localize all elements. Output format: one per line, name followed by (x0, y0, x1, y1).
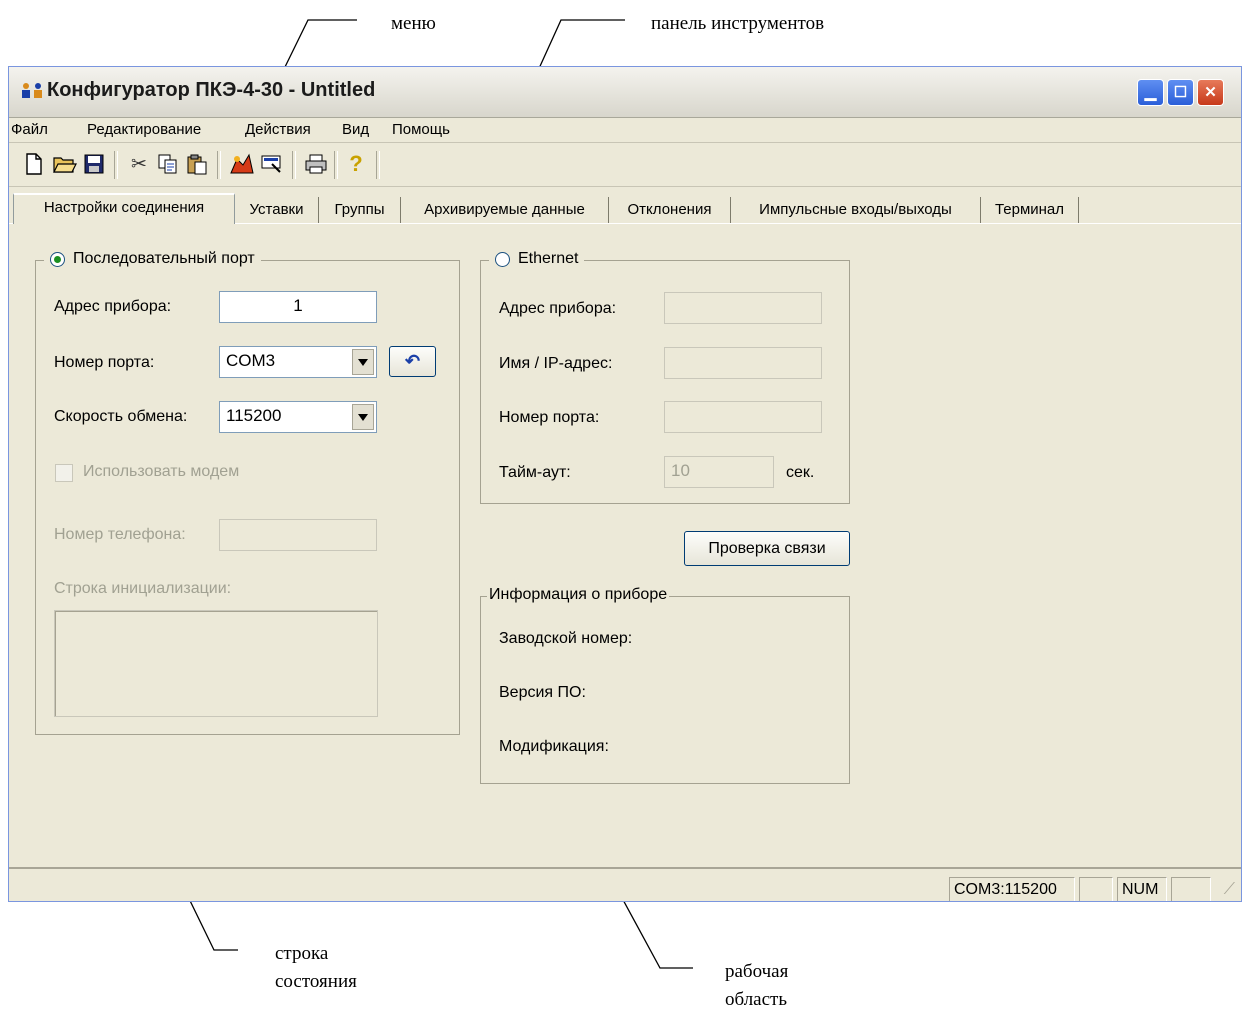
use-modem-label: Использовать модем (83, 463, 240, 480)
close-icon: ✕ (1204, 84, 1217, 101)
annotation-statusbar: строка состояния (275, 943, 357, 992)
help-icon[interactable]: ? (343, 151, 369, 177)
menu-actions[interactable]: Действия (245, 121, 311, 138)
close-button[interactable]: ✕ (1197, 79, 1224, 106)
undo-arrow-icon: ↶ (404, 351, 421, 371)
status-empty-panel (1079, 877, 1113, 901)
tab-connection-settings[interactable]: Настройки соединения (13, 193, 235, 224)
baud-rate-dropdown-button[interactable] (352, 404, 374, 430)
status-message-panel (9, 877, 944, 901)
minimize-button[interactable]: ▁ (1137, 79, 1164, 106)
init-string-textarea[interactable] (54, 610, 378, 717)
timeout-label: Тайм-аут: (499, 464, 571, 481)
annotation-toolbar: панель инструментов (651, 13, 825, 34)
serial-address-label: Адрес прибора: (54, 298, 172, 315)
tab-setpoints[interactable]: Уставки (235, 197, 319, 223)
toolbar-separator (114, 151, 118, 179)
baud-rate-select[interactable]: 115200 (219, 401, 377, 433)
serial-port-radio[interactable] (50, 251, 65, 267)
app-window: Конфигуратор ПКЭ-4-30 - Untitled ▁ ☐ ✕ Ф… (8, 66, 1242, 902)
eth-address-input[interactable] (664, 292, 822, 324)
menu-file[interactable]: Файл (11, 121, 48, 138)
title-bar[interactable]: Конфигуратор ПКЭ-4-30 - Untitled ▁ ☐ ✕ (9, 67, 1241, 118)
chevron-down-icon (358, 358, 368, 366)
toolbar-separator (334, 151, 338, 179)
use-modem-checkbox[interactable] (55, 464, 73, 482)
timeout-input[interactable]: 10 (664, 456, 774, 488)
phone-number-input[interactable] (219, 519, 377, 551)
app-logo-icon (19, 81, 47, 101)
menu-edit[interactable]: Редактирование (87, 121, 201, 138)
ethernet-label: Ethernet (518, 250, 579, 267)
eth-port-input[interactable] (664, 401, 822, 433)
open-folder-icon[interactable] (52, 151, 78, 177)
port-number-dropdown-button[interactable] (352, 349, 374, 375)
annotation-menu: меню (391, 13, 436, 34)
resize-grip-icon[interactable]: ⟋ (1224, 881, 1235, 899)
menu-bar: Файл Редактирование Действия Вид Помощь (9, 118, 1241, 143)
status-num-panel: NUM (1117, 877, 1167, 901)
ip-address-input[interactable] (664, 347, 822, 379)
write-device-icon[interactable] (259, 151, 285, 177)
serial-number-label: Заводской номер: (499, 630, 633, 647)
status-scroll-panel (1171, 877, 1211, 901)
serial-address-input[interactable]: 1 (219, 291, 377, 323)
port-number-value: COM3 (226, 351, 276, 370)
minimize-icon: ▁ (1144, 84, 1157, 101)
tab-archived-data[interactable]: Архивируемые данные (401, 197, 609, 223)
menu-help[interactable]: Помощь (392, 121, 450, 138)
refresh-ports-button[interactable]: ↶ (389, 346, 436, 377)
serial-port-group-title: Последовательный порт (44, 250, 261, 268)
window-title: Конфигуратор ПКЭ-4-30 - Untitled (47, 79, 376, 101)
save-disk-icon[interactable] (81, 151, 107, 177)
tab-deviations[interactable]: Отклонения (609, 197, 731, 223)
chevron-down-icon (358, 413, 368, 421)
init-string-label: Строка инициализации: (54, 580, 232, 597)
toolbar: ✂ ? (9, 143, 1241, 187)
port-number-select[interactable]: COM3 (219, 346, 377, 378)
status-bar: COM3:115200 NUM ⟋ (9, 867, 1241, 901)
modification-label: Модификация: (499, 738, 609, 755)
baud-rate-label: Скорость обмена: (54, 408, 188, 425)
device-info-title: Информация о приборе (487, 586, 670, 604)
port-number-label: Номер порта: (54, 354, 155, 371)
tab-strip: Настройки соединения Уставки Группы Архи… (9, 187, 1241, 224)
tab-pulse-io[interactable]: Импульсные входы/выходы (731, 197, 981, 223)
eth-address-label: Адрес прибора: (499, 300, 617, 317)
baud-rate-value: 115200 (226, 406, 282, 425)
toolbar-separator (217, 151, 221, 179)
maximize-icon: ☐ (1173, 84, 1188, 101)
ethernet-radio[interactable] (495, 251, 510, 267)
menu-view[interactable]: Вид (342, 121, 369, 138)
phone-number-label: Номер телефона: (54, 526, 186, 543)
tab-terminal[interactable]: Терминал (981, 197, 1079, 223)
annotation-workarea: рабочая область (725, 961, 789, 1010)
new-file-icon[interactable] (21, 151, 47, 177)
read-device-icon[interactable] (229, 151, 255, 177)
cut-scissors-icon[interactable]: ✂ (126, 151, 152, 177)
tab-groups[interactable]: Группы (319, 197, 401, 223)
maximize-button[interactable]: ☐ (1167, 79, 1194, 106)
toolbar-separator (292, 151, 296, 179)
check-connection-button[interactable]: Проверка связи (684, 531, 850, 566)
eth-port-label: Номер порта: (499, 409, 600, 426)
ethernet-group-title: Ethernet (489, 250, 585, 268)
print-icon[interactable] (303, 151, 329, 177)
serial-port-label: Последовательный порт (73, 250, 255, 267)
paste-icon[interactable] (184, 151, 210, 177)
status-connection-panel: COM3:115200 (949, 877, 1075, 901)
toolbar-separator (376, 151, 380, 179)
ip-address-label: Имя / IP-адрес: (499, 355, 613, 372)
copy-icon[interactable] (155, 151, 181, 177)
timeout-unit: сек. (786, 464, 815, 481)
firmware-version-label: Версия ПО: (499, 684, 586, 701)
